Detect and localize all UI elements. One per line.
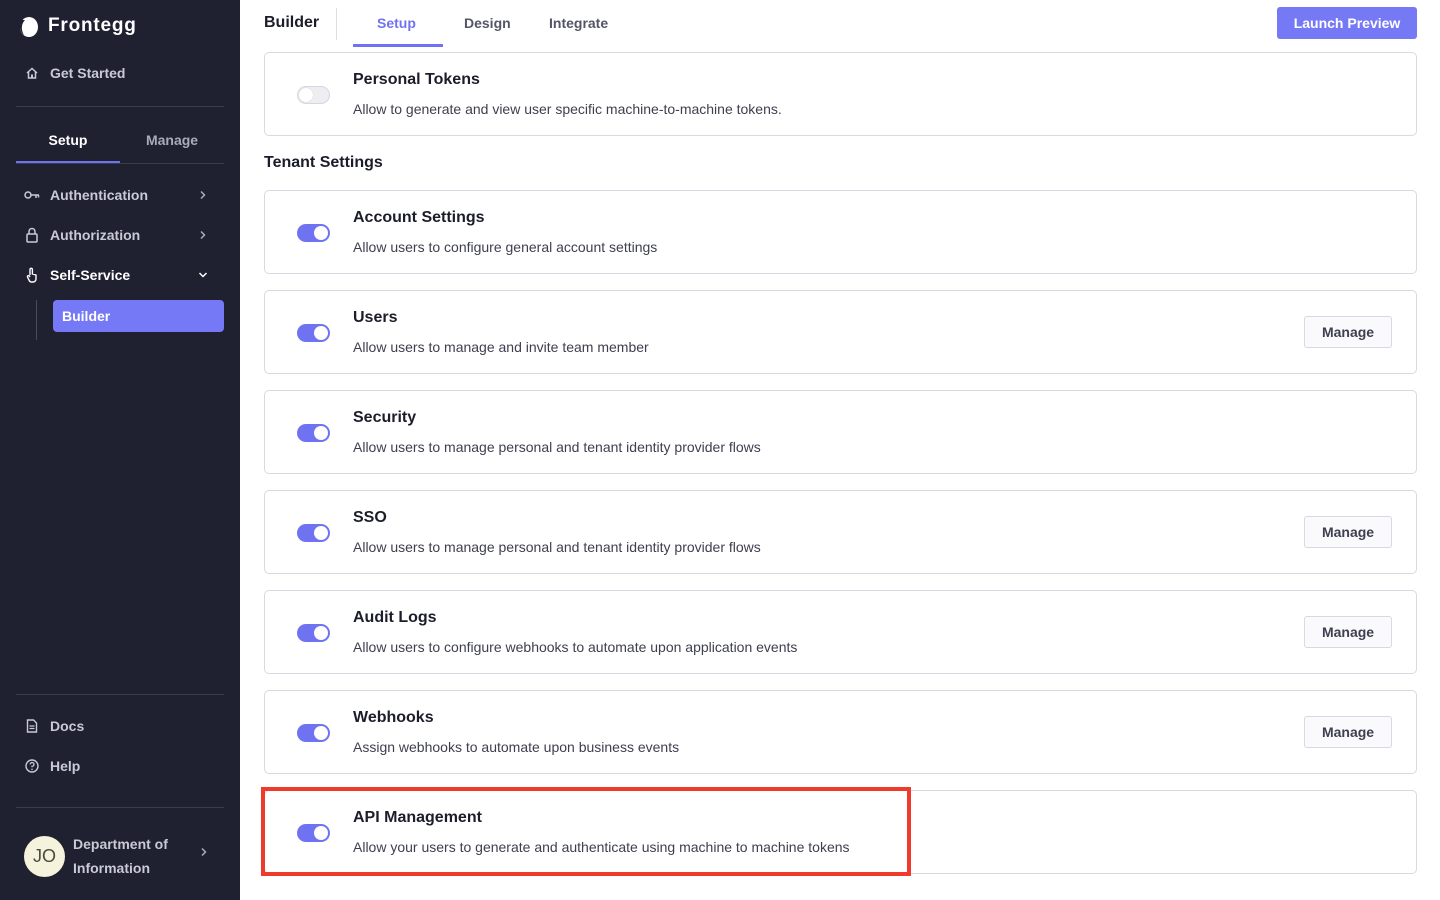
card-description: Allow users to manage personal and tenan… bbox=[353, 439, 761, 455]
sidebar-item-docs[interactable]: Docs bbox=[24, 718, 84, 734]
feature-toggle[interactable] bbox=[297, 624, 330, 642]
manage-button[interactable]: Manage bbox=[1304, 516, 1392, 548]
feature-toggle[interactable] bbox=[297, 424, 330, 442]
home-icon bbox=[24, 65, 40, 81]
toggle-knob bbox=[299, 88, 313, 102]
chevron-right-icon bbox=[200, 844, 208, 862]
sidebar-tabs: Setup Manage bbox=[16, 122, 224, 163]
sidebar-item-label: Self-Service bbox=[50, 267, 131, 283]
chevron-right-icon bbox=[196, 227, 210, 243]
feature-toggle[interactable] bbox=[297, 524, 330, 542]
manage-button[interactable]: Manage bbox=[1304, 716, 1392, 748]
brand-name: Frontegg bbox=[48, 15, 137, 36]
tab-integrate[interactable]: Integrate bbox=[549, 15, 608, 31]
card-title: SSO bbox=[353, 509, 387, 526]
sidebar-item-get-started[interactable]: Get Started bbox=[24, 65, 125, 81]
sidebar-item-label: Help bbox=[50, 758, 81, 774]
sidebar-item-label: Docs bbox=[50, 718, 85, 734]
setting-card-webhooks: Webhooks Assign webhooks to automate upo… bbox=[264, 690, 1417, 774]
sidebar-item-help[interactable]: Help bbox=[24, 758, 80, 774]
sidebar-account-divider bbox=[16, 807, 224, 808]
sidebar-item-self-service[interactable]: Self-Service bbox=[24, 267, 208, 283]
card-description: Allow users to configure general account… bbox=[353, 239, 658, 255]
hand-pointer-icon bbox=[24, 267, 40, 283]
toggle-knob bbox=[314, 726, 328, 740]
sidebar-item-authorization[interactable]: Authorization bbox=[24, 227, 206, 243]
highlight-box bbox=[261, 787, 911, 876]
card-title: Security bbox=[353, 409, 417, 426]
toggle-knob bbox=[314, 226, 328, 240]
manage-button[interactable]: Manage bbox=[1304, 316, 1392, 348]
sidebar-item-label: Authentication bbox=[50, 187, 148, 203]
card-title: Account Settings bbox=[353, 209, 485, 226]
help-circle-icon bbox=[24, 758, 40, 774]
setting-card-account-settings: Account Settings Allow users to configur… bbox=[264, 190, 1417, 274]
sidebar-tab-manage[interactable]: Manage bbox=[120, 122, 224, 163]
toggle-knob bbox=[314, 426, 328, 440]
feature-toggle[interactable] bbox=[297, 224, 330, 242]
card-description: Allow users to manage and invite team me… bbox=[353, 339, 649, 355]
account-name: Department of Information bbox=[73, 836, 168, 876]
sidebar-item-label: Get Started bbox=[50, 65, 126, 81]
chevron-down-icon bbox=[196, 267, 210, 283]
card-title: Users bbox=[353, 309, 398, 326]
setting-card-personal-tokens: Personal Tokens Allow to generate and vi… bbox=[264, 52, 1417, 136]
avatar: JO bbox=[24, 835, 65, 877]
section-heading: Tenant Settings bbox=[264, 154, 383, 171]
setting-card-sso: SSO Allow users to manage personal and t… bbox=[264, 490, 1417, 574]
sidebar-bottom-divider bbox=[16, 694, 224, 695]
sidebar: Frontegg Get Started Setup Manage Authen… bbox=[0, 0, 240, 900]
card-description: Allow users to manage personal and tenan… bbox=[353, 539, 761, 555]
key-icon bbox=[24, 187, 40, 203]
brand[interactable]: Frontegg bbox=[16, 14, 137, 38]
card-description: Allow to generate and view user specific… bbox=[353, 101, 782, 117]
card-description: Allow users to configure webhooks to aut… bbox=[353, 639, 798, 655]
document-icon bbox=[24, 718, 40, 734]
lock-icon bbox=[24, 227, 40, 243]
sidebar-divider bbox=[16, 106, 224, 107]
main-content: Personal Tokens Allow to generate and vi… bbox=[240, 47, 1440, 900]
setting-card-audit-logs: Audit Logs Allow users to configure webh… bbox=[264, 590, 1417, 674]
card-title: Audit Logs bbox=[353, 609, 437, 626]
submenu-line bbox=[36, 300, 37, 340]
card-title: Personal Tokens bbox=[353, 71, 480, 88]
feature-toggle[interactable] bbox=[297, 724, 330, 742]
card-description: Assign webhooks to automate upon busines… bbox=[353, 739, 680, 755]
chevron-right-icon bbox=[196, 187, 210, 203]
sidebar-tab-setup[interactable]: Setup bbox=[16, 122, 120, 163]
setting-card-security: Security Allow users to manage personal … bbox=[264, 390, 1417, 474]
sidebar-item-builder[interactable]: Builder bbox=[53, 300, 224, 332]
toggle-knob bbox=[314, 626, 328, 640]
sidebar-tabs-divider bbox=[16, 163, 224, 164]
top-bar: Builder Setup Design Integrate Launch Pr… bbox=[240, 0, 1440, 47]
launch-preview-button[interactable]: Launch Preview bbox=[1277, 7, 1417, 39]
frontegg-logo-icon bbox=[19, 17, 38, 37]
tab-design[interactable]: Design bbox=[464, 15, 511, 31]
feature-toggle[interactable] bbox=[297, 324, 330, 342]
header-separator bbox=[336, 8, 337, 40]
tab-setup[interactable]: Setup bbox=[377, 15, 416, 31]
setting-card-users: Users Allow users to manage and invite t… bbox=[264, 290, 1417, 374]
toggle-knob bbox=[314, 526, 328, 540]
page-title: Builder bbox=[264, 14, 320, 31]
toggle-knob bbox=[314, 326, 328, 340]
feature-toggle[interactable] bbox=[297, 86, 330, 104]
manage-button[interactable]: Manage bbox=[1304, 616, 1392, 648]
sidebar-item-authentication[interactable]: Authentication bbox=[24, 187, 206, 203]
card-title: Webhooks bbox=[353, 709, 434, 726]
sidebar-item-label: Authorization bbox=[50, 227, 141, 243]
account-switcher[interactable]: JO Department of Information bbox=[24, 832, 207, 880]
